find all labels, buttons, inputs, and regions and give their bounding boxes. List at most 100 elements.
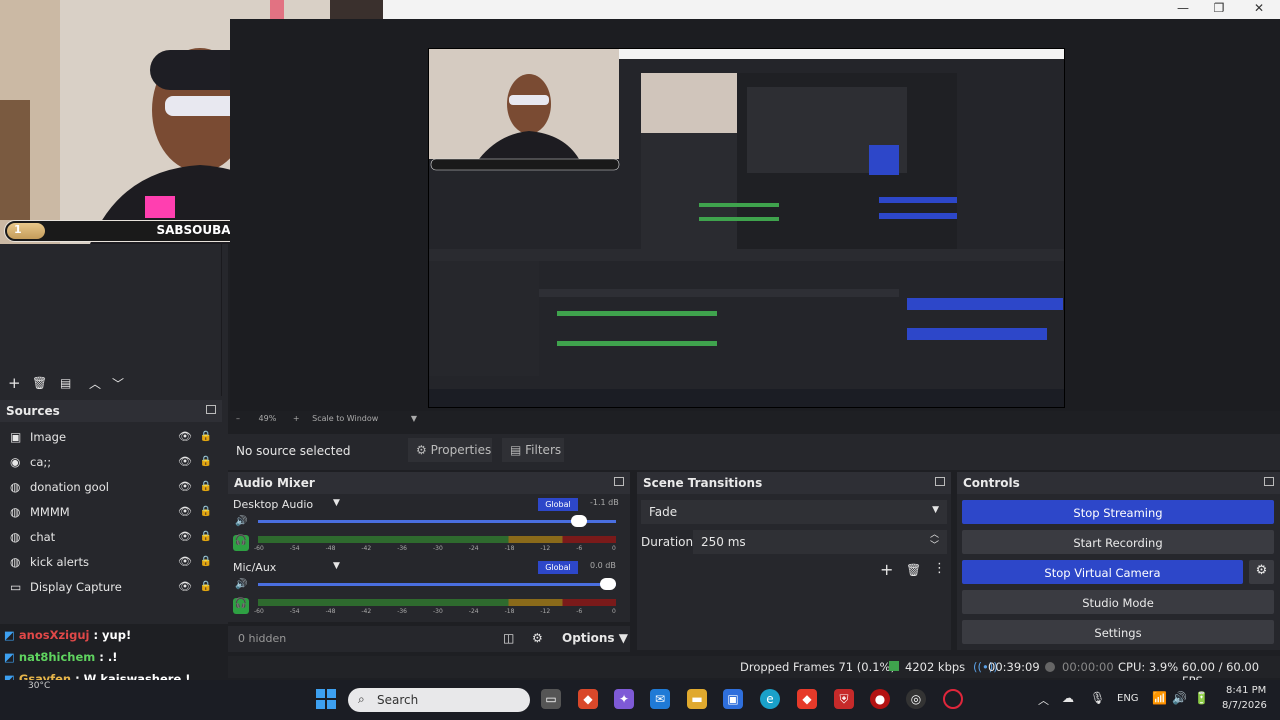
lock-icon[interactable]: 🔒 [200,431,212,442]
lock-icon[interactable]: 🔒 [200,531,212,542]
maximize-button[interactable]: ❐ [1199,1,1239,15]
obs-icon[interactable]: ◎ [906,689,926,709]
studio-mode-button[interactable]: Studio Mode [962,590,1274,614]
windows-start-icon[interactable] [316,689,336,709]
global-badge[interactable]: Global [538,561,578,574]
source-item[interactable]: ▭ Display Capture 👁 🔒 [0,574,222,599]
global-badge[interactable]: Global [538,498,578,511]
speaker-icon[interactable]: 🔊 [235,579,247,590]
add-transition-icon[interactable]: + [880,560,893,579]
clock-date[interactable]: 8/7/2026 [1222,700,1267,711]
meter-tick-label: -42 [361,545,372,552]
app-icon-3[interactable]: ● [870,689,890,709]
transition-select[interactable]: Fade ▼ [641,500,947,524]
layout-icon[interactable]: ◫ [503,631,514,645]
lock-icon[interactable]: 🔒 [200,556,212,567]
controls-dock: Controls Stop Streaming Start Recording … [957,472,1280,650]
duration-spinbox[interactable]: 250 ms ︿ ﹀ [693,530,947,554]
start-recording-button[interactable]: Start Recording [962,530,1274,554]
undock-icon[interactable] [1264,477,1274,486]
clock-time[interactable]: 8:41 PM [1226,685,1266,696]
gear-icon[interactable]: ⚙ [532,631,543,645]
battery-icon[interactable]: 🔋 [1194,691,1209,705]
store-icon[interactable]: ▣ [723,689,743,709]
opera-icon[interactable] [943,689,963,709]
lock-icon[interactable]: 🔒 [200,481,212,492]
preview-display-capture [428,48,1065,408]
source-item[interactable]: ◍ donation gool 👁 🔒 [0,474,222,499]
file-explorer-icon[interactable]: ▬ [687,689,707,709]
options-button[interactable]: Options ▼ [562,631,628,645]
eye-icon[interactable]: 👁 [178,505,192,518]
app-icon-2[interactable]: ◆ [797,689,817,709]
eye-icon[interactable]: 👁 [178,530,192,543]
monitor-headphones-icon[interactable]: 🎧 [233,535,249,551]
app-icon-1[interactable]: ◆ [578,689,598,709]
search-icon: ⌕ [358,692,365,706]
shield-icon[interactable]: ⛨ [834,689,854,709]
eye-icon[interactable]: 👁 [178,580,192,593]
volume-slider[interactable] [258,520,616,523]
trash-icon[interactable]: 🗑 [906,563,921,577]
controls-title: Controls [963,476,1020,490]
filters-button[interactable]: ▤ Filters [502,438,564,462]
zoom-out-button[interactable]: – [236,414,240,423]
minimize-button[interactable]: — [1163,1,1203,15]
meter-tick-label: -6 [576,545,583,552]
move-down-icon[interactable]: ﹀ [112,375,124,392]
stop-streaming-button[interactable]: Stop Streaming [962,500,1274,524]
channel-dropdown-icon[interactable]: ▼ [333,561,340,571]
source-item[interactable]: ◍ kick alerts 👁 🔒 [0,549,222,574]
monitor-headphones-icon[interactable]: 🎧 [233,598,249,614]
source-item[interactable]: ◉ ca;; 👁 🔒 [0,449,222,474]
move-up-icon[interactable]: ︿ [89,375,101,392]
cpu-usage: CPU: 3.9% [1118,660,1179,674]
eye-icon[interactable]: 👁 [178,480,192,493]
cloud-icon[interactable]: ☁ [1062,691,1074,705]
lock-icon[interactable]: 🔒 [200,506,212,517]
options-label: Options [562,631,615,645]
eye-icon[interactable]: 👁 [178,430,192,443]
tray-overflow-icon[interactable]: ︿ [1038,692,1049,708]
language-indicator[interactable]: ENG [1117,693,1139,704]
scale-mode[interactable]: Scale to Window [312,414,378,423]
taskbar-search[interactable]: ⌕ Search [348,688,530,712]
meter-tick-label: -24 [468,608,479,615]
filter-icon[interactable]: ▤ [60,376,71,390]
lock-icon[interactable]: 🔒 [200,581,212,592]
channel-dropdown-icon[interactable]: ▼ [333,498,340,508]
close-button[interactable]: ✕ [1239,1,1279,15]
zoom-in-button[interactable]: + [293,414,300,423]
source-item[interactable]: ◍ chat 👁 🔒 [0,524,222,549]
volume-slider-handle[interactable] [600,578,616,590]
spin-arrows-icon[interactable]: ︿ ﹀ [930,530,939,552]
channel-db: 0.0 dB [590,561,616,570]
trash-icon[interactable]: 🗑 [32,376,47,390]
virtual-camera-settings-icon[interactable]: ⚙ [1249,560,1274,584]
chat-message: ◩ anosXziguj : yup! [4,628,131,642]
volume-slider-handle[interactable] [571,515,588,527]
copilot-icon[interactable]: ✦ [614,689,634,709]
add-scene-icon[interactable]: + [8,374,21,392]
volume-icon[interactable]: 🔊 [1172,691,1187,705]
properties-button[interactable]: ⚙ Properties [408,438,492,462]
more-icon[interactable]: ⋮ [933,561,946,576]
stop-virtual-camera-button[interactable]: Stop Virtual Camera [962,560,1243,584]
scale-dropdown-icon[interactable]: ▼ [411,414,417,423]
eye-icon[interactable]: 👁 [178,455,192,468]
mail-icon[interactable]: ✉ [650,689,670,709]
task-view-icon[interactable]: ▭ [541,689,561,709]
lock-icon[interactable]: 🔒 [200,456,212,467]
source-item[interactable]: ◍ MMMM 👁 🔒 [0,499,222,524]
source-item[interactable]: ▣ Image 👁 🔒 [0,424,222,449]
undock-icon[interactable] [206,405,216,414]
microphone-icon[interactable]: 🎙 [1090,691,1105,705]
undock-icon[interactable] [935,477,945,486]
eye-icon[interactable]: 👁 [178,555,192,568]
speaker-icon[interactable]: 🔊 [235,516,247,527]
wifi-icon[interactable]: 📶 [1152,691,1167,705]
settings-button[interactable]: Settings [962,620,1274,644]
undock-icon[interactable] [614,477,624,486]
edge-icon[interactable]: e [760,689,780,709]
volume-slider[interactable] [258,583,616,586]
